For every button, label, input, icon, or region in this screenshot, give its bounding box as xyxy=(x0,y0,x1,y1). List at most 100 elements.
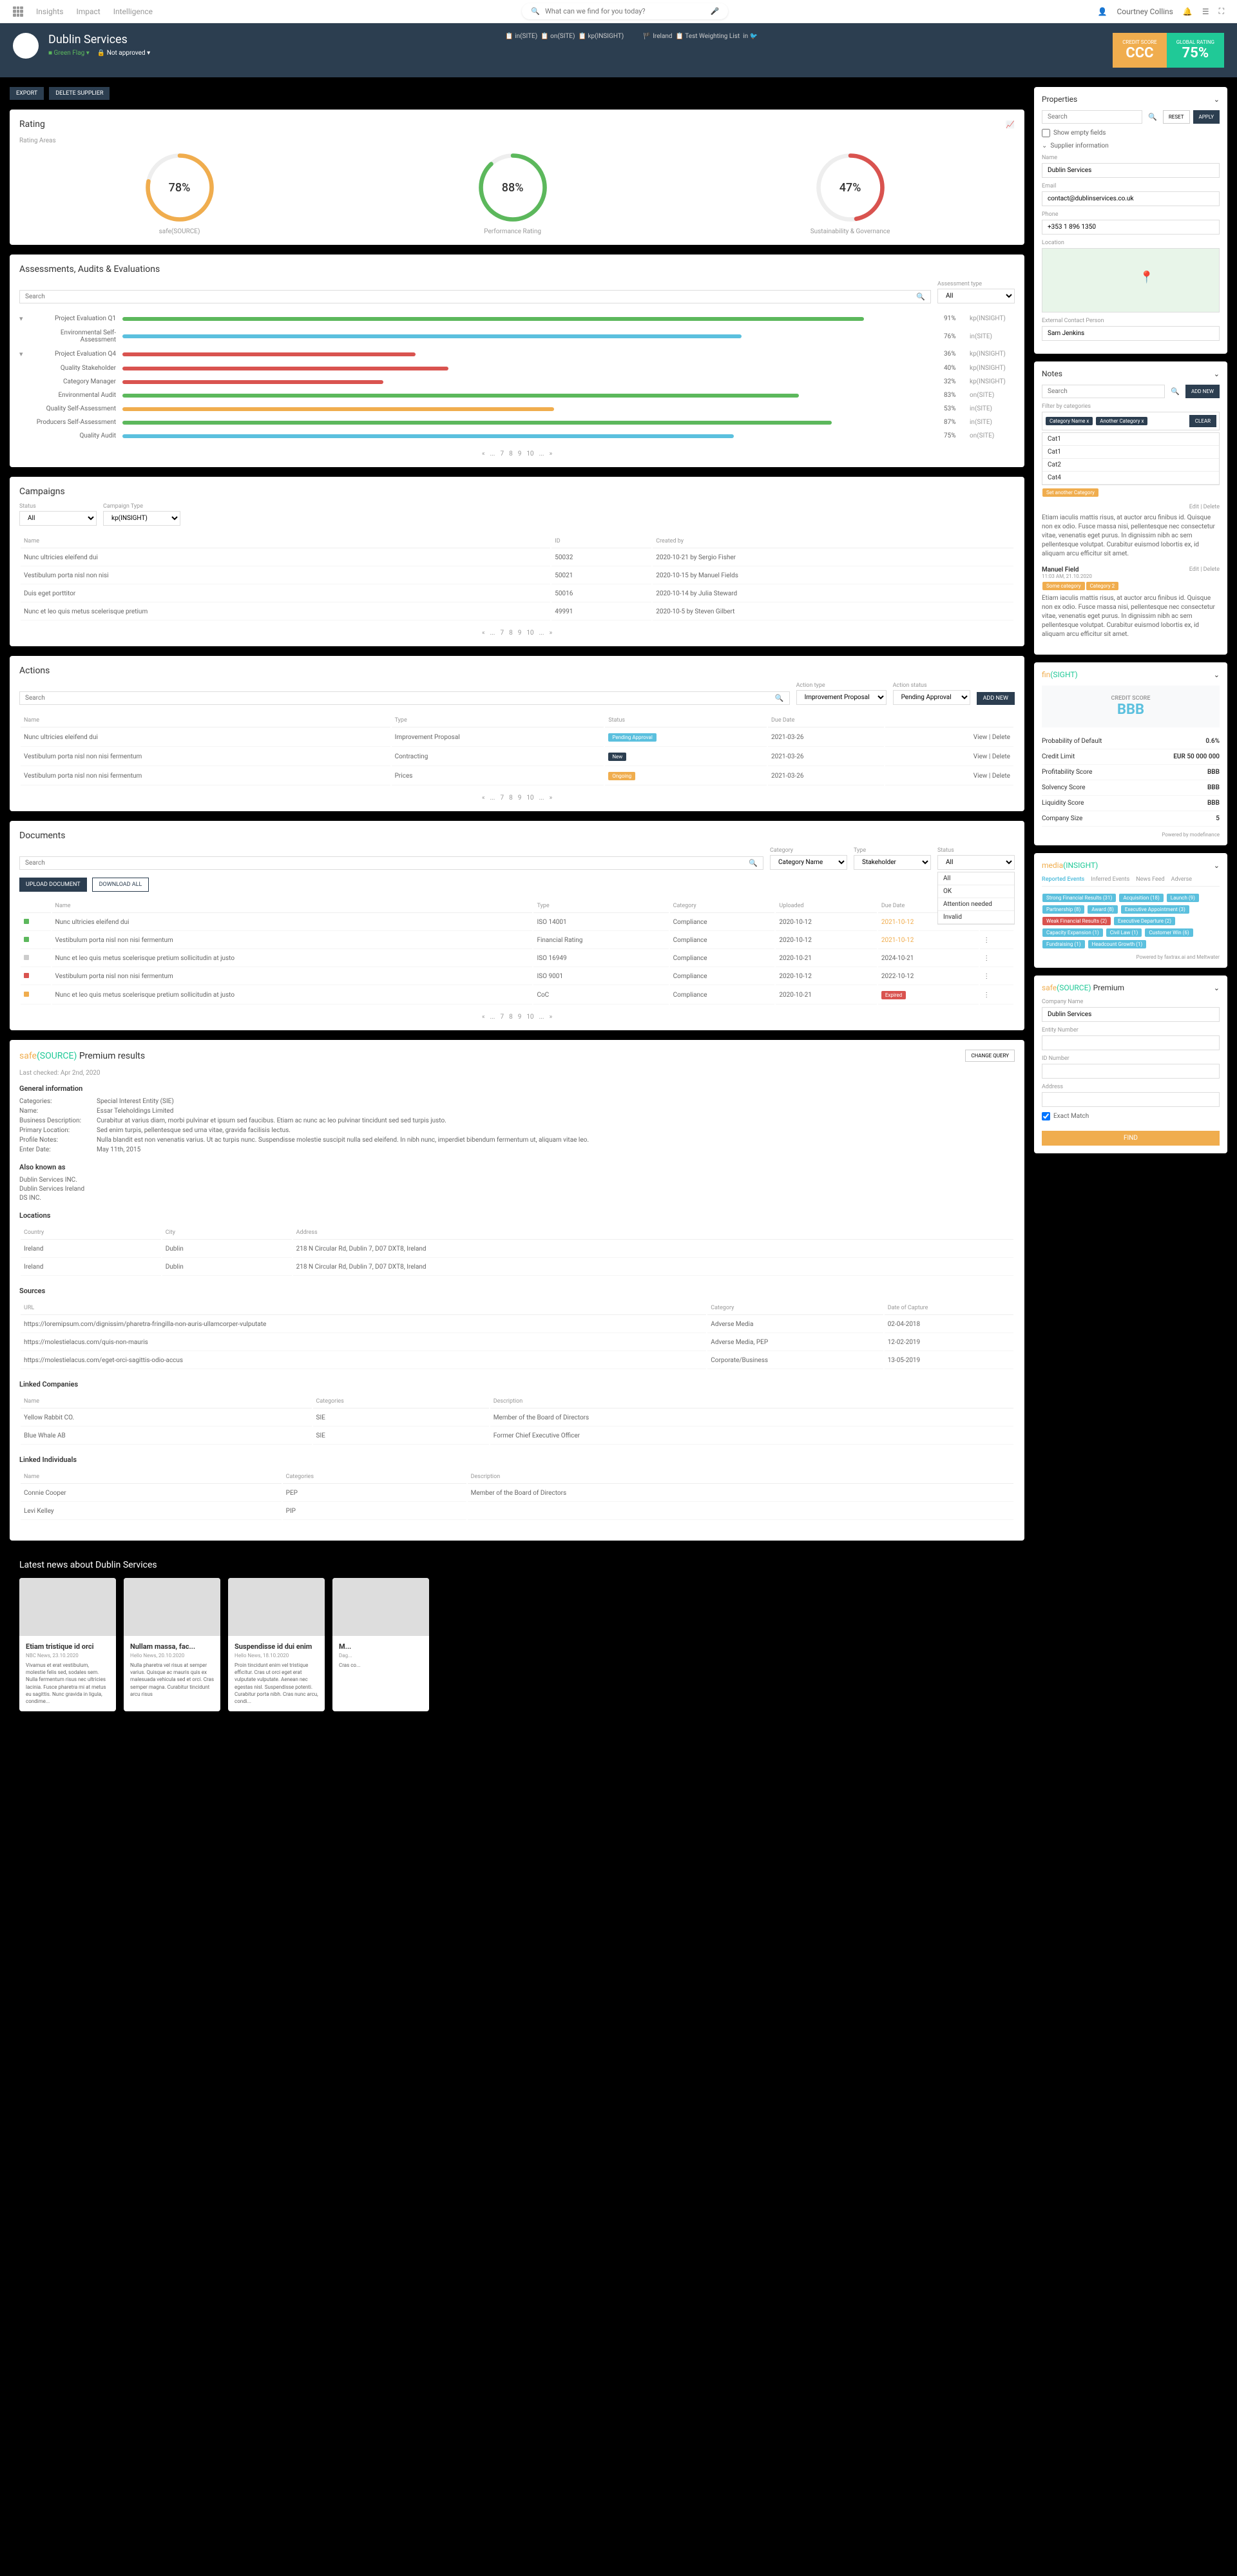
location-map[interactable]: 📍 xyxy=(1042,248,1220,312)
page-link[interactable]: 7 xyxy=(500,450,504,457)
dropdown-item[interactable]: Cat1 xyxy=(1042,446,1219,459)
page-link[interactable]: 10 xyxy=(526,450,533,457)
doc-status-select[interactable]: All xyxy=(937,855,1015,870)
news-card[interactable]: Suspendisse id dui enimHello News, 18.10… xyxy=(228,1578,325,1711)
fullscreen-icon[interactable]: ⛶ xyxy=(1219,6,1224,16)
chart-icon[interactable]: 📈 xyxy=(1006,120,1015,129)
event-tag[interactable]: Civil Law (1) xyxy=(1106,928,1142,937)
download-all-button[interactable]: DOWNLOAD ALL xyxy=(92,878,149,892)
export-button[interactable]: EXPORT xyxy=(10,87,44,100)
page-link[interactable]: ... xyxy=(490,630,495,637)
chevron-down-icon[interactable]: ⌄ xyxy=(1214,861,1220,870)
documents-search[interactable] xyxy=(25,860,749,867)
assessment-type-select[interactable]: All xyxy=(937,289,1015,303)
dropdown-item[interactable]: Cat4 xyxy=(1042,472,1219,485)
event-tag[interactable]: Capacity Expansion (1) xyxy=(1042,928,1103,937)
id-number-field[interactable] xyxy=(1042,1064,1220,1079)
menu-icon[interactable]: ☰ xyxy=(1202,7,1209,16)
event-tag[interactable]: Award (8) xyxy=(1088,905,1118,914)
page-link[interactable]: 7 xyxy=(500,630,504,637)
page-link[interactable]: ... xyxy=(539,794,544,802)
chevron-down-icon[interactable]: ⌄ xyxy=(1214,984,1220,992)
table-row[interactable]: Duis eget porttitor500162020-10-14 by Ju… xyxy=(21,586,1013,602)
address-field[interactable] xyxy=(1042,1092,1220,1107)
event-tag[interactable]: Headcount Growth (1) xyxy=(1088,940,1147,948)
doc-category-select[interactable]: Category Name xyxy=(770,855,847,870)
page-link[interactable]: 8 xyxy=(509,794,513,802)
media-tab[interactable]: Adverse xyxy=(1171,876,1193,883)
page-link[interactable]: « xyxy=(482,1014,485,1021)
approval-status[interactable]: 🔒 Not approved ▾ xyxy=(97,50,150,57)
nav-impact[interactable]: Impact xyxy=(76,7,100,16)
news-card[interactable]: M...Dag...Cras co... xyxy=(332,1578,429,1711)
nav-insights[interactable]: Insights xyxy=(36,7,63,16)
media-tab[interactable]: Inferred Events xyxy=(1091,876,1129,883)
table-row[interactable]: Nunc et leo quis metus scelerisque preti… xyxy=(21,986,1013,1004)
dropdown-item[interactable]: OK xyxy=(938,885,1014,898)
page-link[interactable]: ... xyxy=(539,630,544,637)
dropdown-item[interactable]: Cat1 xyxy=(1042,433,1219,446)
table-row[interactable]: Vestibulum porta nisl non nisi fermentum… xyxy=(21,767,1013,785)
page-link[interactable]: 9 xyxy=(518,450,522,457)
news-card[interactable]: Nullam massa, fac...Hello News, 20.10.20… xyxy=(124,1578,220,1711)
company-name-field[interactable] xyxy=(1042,1007,1220,1022)
email-field[interactable] xyxy=(1042,191,1220,206)
properties-search[interactable] xyxy=(1042,110,1142,124)
filter-tag[interactable]: Category Name x xyxy=(1046,417,1093,425)
name-field[interactable] xyxy=(1042,163,1220,178)
media-tab[interactable]: News Feed xyxy=(1136,876,1164,883)
event-tag[interactable]: Strong Financial Results (31) xyxy=(1042,894,1116,902)
event-tag[interactable]: Executive Departure (2) xyxy=(1114,917,1175,925)
page-link[interactable]: « xyxy=(482,630,485,637)
action-status-select[interactable]: Pending Approval xyxy=(893,690,970,705)
apply-button[interactable]: APPLY xyxy=(1193,110,1220,124)
event-tag[interactable]: Launch (9) xyxy=(1167,894,1199,902)
page-link[interactable]: 8 xyxy=(509,630,513,637)
table-row[interactable]: Vestibulum porta nisl non nisi500212020-… xyxy=(21,568,1013,584)
action-type-select[interactable]: Improvement Proposal xyxy=(796,690,887,705)
chevron-down-icon[interactable]: ⌄ xyxy=(1214,671,1220,679)
chevron-down-icon[interactable]: ⌄ xyxy=(1214,95,1220,104)
table-row[interactable]: Vestibulum porta nisl non nisi fermentum… xyxy=(21,968,1013,985)
page-link[interactable]: « xyxy=(482,794,485,802)
table-row[interactable]: Nunc ultricies eleifend duiImprovement P… xyxy=(21,729,1013,747)
add-action-button[interactable]: ADD NEW xyxy=(977,692,1015,705)
event-tag[interactable]: Acquisition (18) xyxy=(1119,894,1163,902)
table-row[interactable]: Vestibulum porta nisl non nisi fermentum… xyxy=(21,748,1013,766)
table-row[interactable]: Nunc et leo quis metus scelerisque preti… xyxy=(21,604,1013,620)
page-link[interactable]: » xyxy=(549,450,552,457)
page-link[interactable]: 9 xyxy=(518,630,522,637)
event-tag[interactable]: Customer Win (6) xyxy=(1145,928,1193,937)
notes-search[interactable] xyxy=(1042,385,1165,398)
filter-tag[interactable]: Another Category x xyxy=(1096,417,1147,425)
bell-icon[interactable]: 🔔 xyxy=(1183,7,1193,16)
page-link[interactable]: 9 xyxy=(518,1014,522,1021)
entity-number-field[interactable] xyxy=(1042,1035,1220,1050)
add-note-button[interactable]: ADD NEW xyxy=(1185,385,1220,398)
dropdown-item[interactable]: Cat2 xyxy=(1042,459,1219,472)
exact-match-checkbox[interactable] xyxy=(1042,1112,1050,1120)
media-tab[interactable]: Reported Events xyxy=(1042,876,1084,883)
page-link[interactable]: 7 xyxy=(500,794,504,802)
page-link[interactable]: » xyxy=(549,794,552,802)
news-card[interactable]: Etiam tristique id orciNBC News, 23.10.2… xyxy=(19,1578,116,1711)
mic-icon[interactable]: 🎤 xyxy=(711,7,720,15)
user-name[interactable]: Courtney Collins xyxy=(1117,7,1173,16)
clear-button[interactable]: CLEAR xyxy=(1189,415,1216,427)
page-link[interactable]: ... xyxy=(490,1014,495,1021)
global-search[interactable]: 🔍 🎤 xyxy=(522,3,728,19)
page-link[interactable]: 9 xyxy=(518,794,522,802)
event-tag[interactable]: Weak Financial Results (2) xyxy=(1042,917,1111,925)
apps-icon[interactable] xyxy=(13,6,23,17)
find-button[interactable]: FIND xyxy=(1042,1131,1220,1146)
campaign-status-select[interactable]: All xyxy=(19,511,97,526)
page-link[interactable]: « xyxy=(482,450,485,457)
table-row[interactable]: Nunc ultricies eleifend dui500322020-10-… xyxy=(21,550,1013,566)
contact-person-field[interactable] xyxy=(1042,326,1220,341)
table-row[interactable]: Nunc et leo quis metus scelerisque preti… xyxy=(21,950,1013,967)
page-link[interactable]: 8 xyxy=(509,450,513,457)
dropdown-item[interactable]: All xyxy=(938,872,1014,885)
event-tag[interactable]: Partnership (8) xyxy=(1042,905,1084,914)
flag-status[interactable]: ■ Green Flag ▾ xyxy=(48,50,90,57)
page-link[interactable]: ... xyxy=(490,450,495,457)
